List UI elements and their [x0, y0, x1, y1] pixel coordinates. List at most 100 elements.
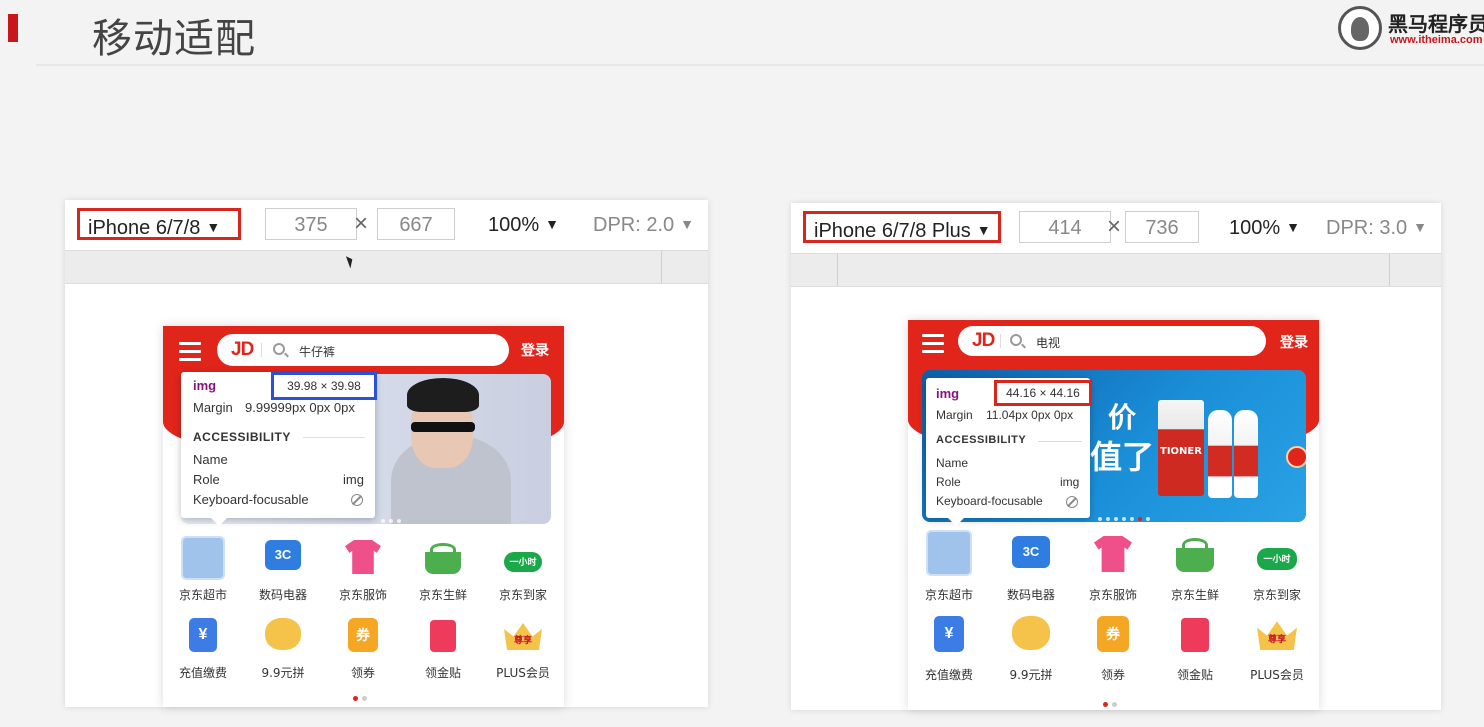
- device-select[interactable]: iPhone 6/7/8 ▼: [77, 208, 241, 240]
- cow-icon: [265, 618, 301, 650]
- tooltip-divider: [303, 437, 365, 438]
- nav-item-fresh[interactable]: 京东生鲜: [1154, 524, 1236, 606]
- tooltip-margin-value: 11.04px 0px 0px: [986, 408, 1074, 422]
- ruler-tick: [837, 254, 838, 286]
- nav-item-coupon[interactable]: 券 领券: [323, 606, 403, 686]
- dpr-select[interactable]: DPR: 3.0 ▼: [1326, 211, 1427, 243]
- nav-item-coupon[interactable]: 券 领券: [1072, 606, 1154, 688]
- crown-icon: 尊享: [504, 623, 542, 650]
- nav-item-supermarket[interactable]: 京东超市: [908, 524, 990, 606]
- login-link[interactable]: 登录: [1280, 332, 1308, 352]
- nav-label: 京东超市: [924, 588, 973, 602]
- coupon-icon: 券: [1097, 616, 1129, 652]
- promo-headline-2: 值了!: [1090, 438, 1169, 476]
- device-toolbar: iPhone 6/7/8 ▼ 375 × 667 100% ▼ DPR: 2.0 ▼: [65, 200, 708, 248]
- search-placeholder: 电视: [1036, 336, 1061, 350]
- width-input[interactable]: 375: [265, 208, 357, 240]
- caret-down-icon: ▼: [680, 216, 695, 232]
- coupon-icon: 券: [348, 618, 378, 652]
- zoom-select[interactable]: 100% ▼: [488, 208, 559, 240]
- promo-bottle: [1208, 410, 1232, 498]
- nav-label: 京东到家: [1252, 588, 1301, 602]
- device-name: iPhone 6/7/8 Plus: [814, 220, 971, 242]
- search-input[interactable]: JD 牛仔裤: [217, 334, 509, 366]
- nav-item-clothing[interactable]: 京东服饰: [323, 526, 403, 606]
- device-select[interactable]: iPhone 6/7/8 Plus ▼: [803, 211, 1001, 243]
- height-input[interactable]: 736: [1125, 211, 1199, 243]
- tooltip-focus-label: Keyboard-focusable: [193, 492, 309, 507]
- zoom-value: 100%: [1229, 217, 1281, 239]
- itheima-logo: 黑马程序员 www.itheima.com: [1338, 4, 1484, 52]
- tooltip-role-label: Role: [193, 472, 220, 487]
- one-hour-icon: 一小时: [504, 552, 542, 572]
- dpr-select[interactable]: DPR: 2.0 ▼: [593, 208, 694, 240]
- media-query-ruler[interactable]: [791, 253, 1441, 287]
- nav-item-fresh[interactable]: 京东生鲜: [403, 526, 483, 606]
- caret-down-icon: ▼: [206, 219, 221, 235]
- nav-item-recharge[interactable]: ¥ 充值缴费: [163, 606, 243, 686]
- basket-icon: [1176, 538, 1214, 572]
- height-input[interactable]: 667: [377, 208, 455, 240]
- tooltip-tag: img: [936, 386, 960, 401]
- nav-item-plus[interactable]: 尊享 PLUS会员: [483, 606, 563, 686]
- nav-label: 京东服饰: [338, 588, 387, 602]
- nav-label: PLUS会员: [496, 666, 550, 680]
- caret-down-icon: ▼: [1286, 219, 1301, 235]
- nav-page-dots: [353, 688, 371, 706]
- tooltip-margin-value: 9.99999px 0px 0px: [245, 400, 355, 415]
- width-input[interactable]: 414: [1019, 211, 1111, 243]
- nav-label: 京东生鲜: [1170, 588, 1219, 602]
- nav-item-gold[interactable]: 领金贴: [1154, 606, 1236, 688]
- nav-item-group-buy[interactable]: 9.9元拼: [243, 606, 323, 686]
- promo-box-brand: TIONER: [1160, 446, 1202, 457]
- nav-label: 领券: [350, 666, 375, 680]
- nav-item-digital[interactable]: 3C 数码电器: [990, 524, 1072, 606]
- tooltip-focus-label: Keyboard-focusable: [936, 494, 1043, 508]
- tooltip-role-label: Role: [936, 475, 961, 489]
- ruler-tick: [661, 251, 662, 283]
- nav-item-home-delivery[interactable]: 一小时 京东到家: [483, 526, 563, 606]
- tooltip-size: 39.98 × 39.98: [271, 372, 377, 400]
- tooltip-margin-label: Margin: [936, 408, 973, 422]
- nav-label: 京东服饰: [1088, 588, 1137, 602]
- login-link[interactable]: 登录: [521, 340, 549, 360]
- nav-item-digital[interactable]: 3C 数码电器: [243, 526, 323, 606]
- not-focusable-icon: [1066, 496, 1078, 508]
- nav-label: 9.9元拼: [261, 666, 305, 680]
- search-divider: [1000, 334, 1001, 348]
- not-focusable-icon: [351, 494, 363, 506]
- device-panel-left: iPhone 6/7/8 ▼ 375 × 667 100% ▼ DPR: 2.0 ▼ …: [65, 200, 708, 707]
- tooltip-role-value: img: [1060, 475, 1080, 489]
- nav-item-plus[interactable]: 尊享 PLUS会员: [1236, 606, 1318, 688]
- dpr-value: DPR: 3.0: [1326, 217, 1408, 239]
- nav-label: 京东生鲜: [418, 588, 467, 602]
- device-name: iPhone 6/7/8: [88, 217, 201, 239]
- zoom-select[interactable]: 100% ▼: [1229, 211, 1300, 243]
- tooltip-role-value: img: [343, 472, 364, 487]
- tooltip-accessibility-heading: ACCESSIBILITY: [193, 430, 291, 444]
- nav-page-dots: [1103, 694, 1121, 710]
- nav-item-gold[interactable]: 领金贴: [403, 606, 483, 686]
- caret-down-icon: ▼: [545, 216, 560, 232]
- digital-3c-icon: 3C: [265, 540, 301, 570]
- yen-icon: ¥: [189, 618, 217, 652]
- model-sunglasses: [411, 422, 475, 432]
- menu-icon[interactable]: [922, 334, 944, 358]
- media-query-ruler[interactable]: [65, 250, 708, 284]
- banner-dots: [1098, 508, 1154, 522]
- menu-icon[interactable]: [179, 342, 201, 366]
- yen-icon: ¥: [934, 616, 964, 652]
- search-icon: [273, 343, 285, 355]
- tooltip-divider: [1038, 441, 1082, 442]
- jd-logo: JD: [231, 339, 254, 360]
- times-symbol: ×: [1107, 213, 1122, 240]
- nav-item-recharge[interactable]: ¥ 充值缴费: [908, 606, 990, 688]
- banner-model: [381, 374, 511, 524]
- search-input[interactable]: JD 电视: [958, 326, 1266, 356]
- model-hair: [407, 378, 479, 412]
- nav-item-group-buy[interactable]: 9.9元拼: [990, 606, 1072, 688]
- nav-item-home-delivery[interactable]: 一小时 京东到家: [1236, 524, 1318, 606]
- device-panel-right: iPhone 6/7/8 Plus ▼ 414 × 736 100% ▼ DPR: …: [791, 203, 1441, 710]
- nav-item-supermarket[interactable]: 京东超市: [163, 526, 243, 606]
- nav-item-clothing[interactable]: 京东服饰: [1072, 524, 1154, 606]
